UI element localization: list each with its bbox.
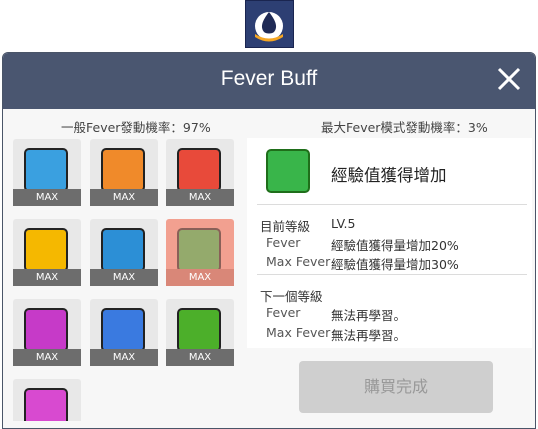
next-fever-label: Fever — [266, 305, 301, 320]
skill-cell-critical[interactable]: MAX — [13, 299, 81, 366]
next-max-fever-value: 無法再學習。 — [331, 328, 407, 343]
skill-cell-running[interactable]: MAX — [13, 139, 81, 206]
current-fever-label: Fever — [266, 235, 301, 250]
max-badge: MAX — [166, 349, 234, 366]
skill-cell-hp[interactable]: MAX — [166, 139, 234, 206]
max-badge: MAX — [13, 349, 81, 366]
close-icon[interactable] — [493, 63, 525, 95]
dialog-title: Fever Buff — [220, 67, 318, 90]
skill-name: 經驗值獲得增加 — [331, 166, 447, 185]
fever-buff-dialog: Fever Buff 一般Fever發動機率：97% 最大Fever模式發動機率… — [2, 52, 536, 429]
max-badge: MAX — [166, 189, 234, 206]
max-fever-rate: 最大Fever模式發動機率：3% — [321, 120, 488, 135]
running-icon — [24, 148, 68, 192]
max-badge: MAX — [13, 269, 81, 286]
next-fever-value: 無法再學習。 — [331, 308, 407, 323]
mp-up-icon — [101, 308, 145, 352]
skill-grid: MAX MAX MAX MAX MAX MAX MAX MAX MAX — [13, 139, 238, 421]
dialog-header: Fever Buff — [3, 53, 535, 109]
current-max-fever-label: Max Fever — [266, 254, 331, 269]
divider — [257, 274, 527, 275]
sword-pink-icon — [24, 388, 68, 421]
skill-cell-extra[interactable] — [13, 379, 81, 421]
running-speed-icon — [24, 228, 68, 272]
hp-up-icon — [177, 148, 221, 192]
next-level-title: 下一個等級 — [260, 289, 323, 304]
shield-up-icon — [101, 228, 145, 272]
max-badge: MAX — [90, 349, 158, 366]
current-fever-value: 經驗值獲得量增加20% — [331, 238, 459, 253]
skill-cell-exp[interactable]: MAX — [166, 219, 234, 286]
current-level-value: LV.5 — [331, 216, 356, 231]
skill-cell-defense[interactable]: MAX — [90, 219, 158, 286]
divider — [257, 204, 527, 205]
sword-up-icon — [101, 148, 145, 192]
current-max-fever-value: 經驗值獲得量增加30% — [331, 257, 459, 272]
exp-up-icon — [266, 149, 310, 193]
normal-fever-rate: 一般Fever發動機率：97% — [61, 120, 211, 135]
skill-cell-speed[interactable]: MAX — [13, 219, 81, 286]
skill-cell-attack[interactable]: MAX — [90, 139, 158, 206]
skill-cell-mp[interactable]: MAX — [90, 299, 158, 366]
exp-up-icon — [177, 228, 221, 272]
purchase-complete-button[interactable]: 購買完成 — [299, 361, 493, 413]
fever-flame-emblem — [245, 0, 294, 48]
skill-cell-gold[interactable]: MAX — [166, 299, 234, 366]
max-badge: MAX — [90, 269, 158, 286]
skill-detail-panel: 經驗值獲得增加 目前等級 LV.5 Fever 經驗值獲得量增加20% Max … — [247, 138, 532, 348]
sword-purple-icon — [24, 308, 68, 352]
next-max-fever-label: Max Fever — [266, 325, 331, 340]
max-badge: MAX — [13, 189, 81, 206]
current-level-title: 目前等級 — [260, 219, 311, 234]
max-badge: MAX — [90, 189, 158, 206]
max-badge: MAX — [166, 269, 234, 286]
coin-up-icon — [177, 308, 221, 352]
